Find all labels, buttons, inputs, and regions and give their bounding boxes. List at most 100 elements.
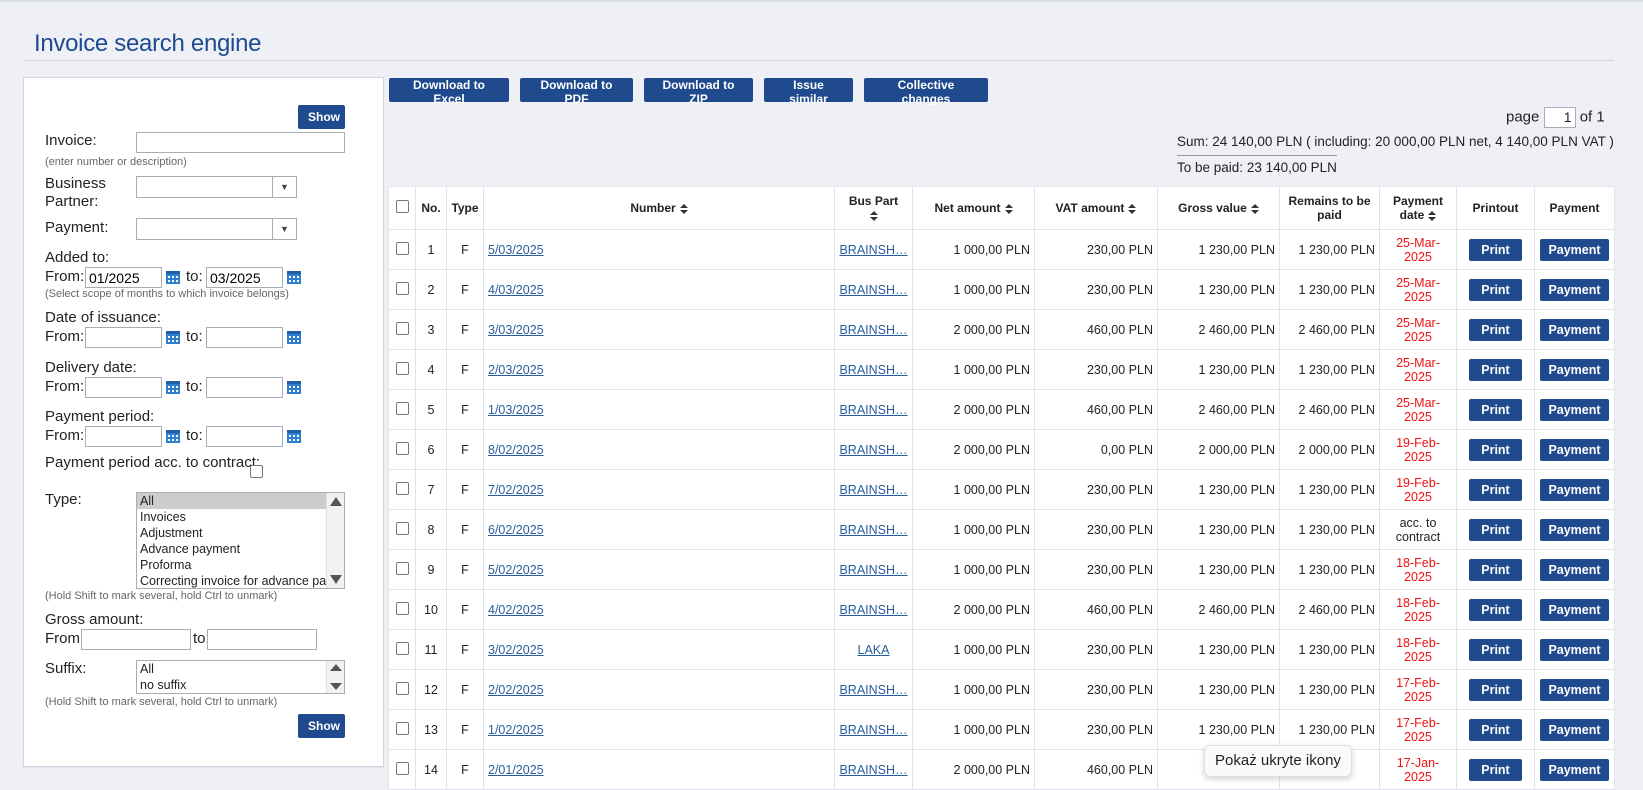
calendar-icon[interactable] [286, 379, 302, 395]
suffix-listbox[interactable]: All no suffix [136, 660, 345, 694]
invoice-number-link[interactable]: 2/03/2025 [488, 363, 544, 377]
calendar-icon[interactable] [286, 428, 302, 444]
scroll-down-icon[interactable] [330, 683, 342, 690]
print-button[interactable]: Print [1469, 678, 1522, 701]
print-button[interactable]: Print [1469, 278, 1522, 301]
business-partner-link[interactable]: BRAINSH… [839, 363, 908, 377]
invoice-number-link[interactable]: 8/02/2025 [488, 443, 544, 457]
type-listbox-scrollbar[interactable] [326, 493, 344, 588]
invoice-number-link[interactable]: 2/02/2025 [488, 683, 544, 697]
payment-button[interactable]: Payment [1540, 438, 1609, 461]
row-checkbox[interactable] [395, 241, 409, 255]
calendar-icon[interactable] [165, 379, 181, 395]
invoice-number-link[interactable]: 1/02/2025 [488, 723, 544, 737]
type-option[interactable]: Adjustment [137, 525, 326, 541]
row-checkbox[interactable] [395, 321, 409, 335]
select-all-checkbox[interactable] [395, 200, 409, 213]
scroll-down-icon[interactable] [330, 575, 342, 584]
business-partner-select[interactable]: ▼ [136, 176, 297, 198]
type-option[interactable]: Advance payment [137, 541, 326, 557]
sort-icon[interactable] [1250, 203, 1259, 214]
invoice-number-link[interactable]: 5/03/2025 [488, 243, 544, 257]
payment-button[interactable]: Payment [1540, 278, 1609, 301]
sort-icon[interactable] [1128, 203, 1137, 214]
row-checkbox[interactable] [395, 521, 409, 535]
invoice-input[interactable] [136, 132, 345, 153]
payment-select[interactable]: ▼ [136, 218, 297, 240]
business-partner-link[interactable]: BRAINSH… [839, 763, 908, 777]
print-button[interactable]: Print [1469, 318, 1522, 341]
payment-button[interactable]: Payment [1540, 558, 1609, 581]
business-partner-link[interactable]: BRAINSH… [839, 403, 908, 417]
col-number[interactable]: Number [483, 186, 835, 230]
sort-icon[interactable] [1004, 203, 1013, 214]
sort-icon[interactable] [869, 210, 878, 221]
scroll-up-icon[interactable] [330, 664, 342, 671]
payment-button[interactable]: Payment [1540, 358, 1609, 381]
row-checkbox[interactable] [395, 361, 409, 375]
sort-icon[interactable] [679, 203, 688, 214]
calendar-icon[interactable] [286, 329, 302, 345]
invoice-number-link[interactable]: 1/03/2025 [488, 403, 544, 417]
type-option[interactable]: Proforma [137, 557, 326, 573]
row-checkbox[interactable] [395, 761, 409, 775]
payment-button[interactable]: Payment [1540, 678, 1609, 701]
business-partner-link[interactable]: BRAINSH… [839, 323, 908, 337]
invoice-number-link[interactable]: 7/02/2025 [488, 483, 544, 497]
invoice-number-link[interactable]: 4/02/2025 [488, 603, 544, 617]
business-partner-link[interactable]: BRAINSH… [839, 683, 908, 697]
suffix-option[interactable]: All [137, 661, 326, 677]
added-to-from-input[interactable] [85, 267, 162, 288]
payment-button[interactable]: Payment [1540, 758, 1609, 781]
show-button-bottom[interactable]: Show [298, 714, 345, 738]
suffix-listbox-scrollbar[interactable] [326, 661, 344, 693]
print-button[interactable]: Print [1469, 518, 1522, 541]
type-option[interactable]: Invoices [137, 509, 326, 525]
payment-button[interactable]: Payment [1540, 638, 1609, 661]
row-checkbox[interactable] [395, 481, 409, 495]
added-to-to-input[interactable] [206, 267, 283, 288]
delivery-to-input[interactable] [206, 377, 283, 398]
issuance-to-input[interactable] [206, 327, 283, 348]
row-checkbox[interactable] [395, 281, 409, 295]
payment-button[interactable]: Payment [1540, 718, 1609, 741]
row-checkbox[interactable] [395, 721, 409, 735]
invoice-number-link[interactable]: 2/01/2025 [488, 763, 544, 777]
suffix-option[interactable]: no suffix [137, 677, 326, 693]
print-button[interactable]: Print [1469, 398, 1522, 421]
scroll-up-icon[interactable] [330, 497, 342, 506]
col-net-amount[interactable]: Net amount [912, 186, 1035, 230]
invoice-number-link[interactable]: 4/03/2025 [488, 283, 544, 297]
payment-button[interactable]: Payment [1540, 598, 1609, 621]
sort-icon[interactable] [1428, 210, 1437, 221]
business-partner-link[interactable]: BRAINSH… [839, 563, 908, 577]
type-option[interactable]: Correcting invoice for advance payn [137, 573, 326, 588]
issue-similar-button[interactable]: Issue similar [764, 78, 853, 106]
issuance-from-input[interactable] [85, 327, 162, 348]
payment-button[interactable]: Payment [1540, 238, 1609, 261]
payment-period-to-input[interactable] [206, 426, 283, 447]
payment-period-contract-checkbox[interactable] [250, 465, 263, 478]
payment-button[interactable]: Payment [1540, 518, 1609, 541]
business-partner-link[interactable]: LAKA [839, 643, 908, 657]
row-checkbox[interactable] [395, 401, 409, 415]
print-button[interactable]: Print [1469, 478, 1522, 501]
print-button[interactable]: Print [1469, 598, 1522, 621]
row-checkbox[interactable] [395, 681, 409, 695]
business-partner-link[interactable]: BRAINSH… [839, 243, 908, 257]
calendar-icon[interactable] [286, 269, 302, 285]
download-pdf-button[interactable]: Download to PDF [520, 78, 633, 106]
payment-button[interactable]: Payment [1540, 318, 1609, 341]
business-partner-link[interactable]: BRAINSH… [839, 603, 908, 617]
page-input[interactable]: 1 [1543, 107, 1576, 128]
invoice-number-link[interactable]: 5/02/2025 [488, 563, 544, 577]
payment-button[interactable]: Payment [1540, 398, 1609, 421]
show-button-top[interactable]: Show [298, 105, 345, 129]
business-partner-link[interactable]: BRAINSH… [839, 483, 908, 497]
col-payment-date[interactable]: Payment date [1379, 186, 1457, 230]
row-checkbox[interactable] [395, 641, 409, 655]
type-option[interactable]: All [137, 493, 326, 509]
print-button[interactable]: Print [1469, 558, 1522, 581]
invoice-number-link[interactable]: 3/03/2025 [488, 323, 544, 337]
print-button[interactable]: Print [1469, 238, 1522, 261]
